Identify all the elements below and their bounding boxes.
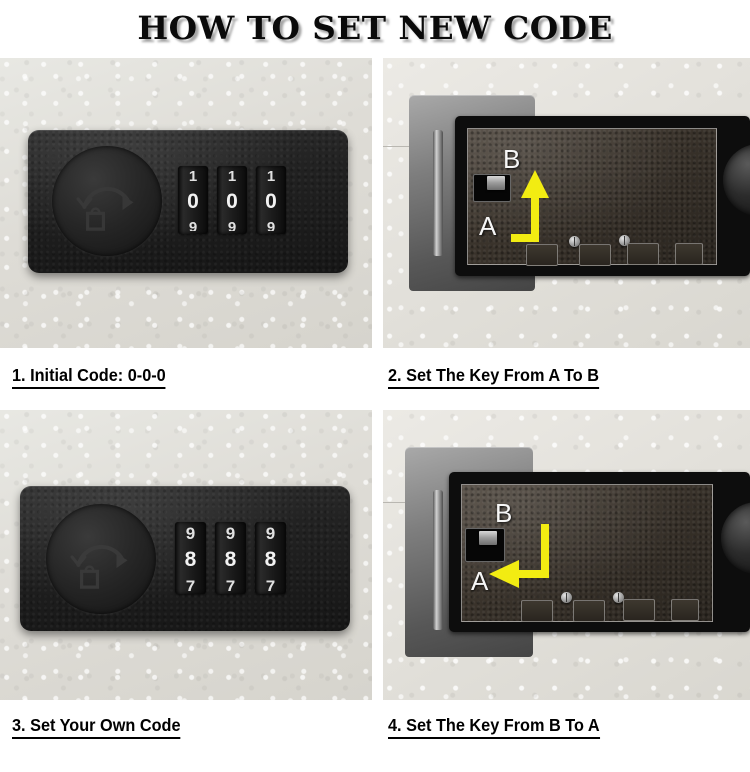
wheel-digit-bottom: 9 xyxy=(227,220,237,231)
wheel-digit-bottom: 7 xyxy=(185,578,196,591)
step-3-photo: 9 8 7 9 8 7 9 8 7 xyxy=(0,410,372,700)
step-2-photo: B A xyxy=(383,58,750,348)
label-a: A xyxy=(479,211,497,241)
latch-notch xyxy=(579,244,611,266)
combination-knob[interactable] xyxy=(42,500,160,618)
latch-notch xyxy=(623,599,655,621)
wheel-digit-top: 1 xyxy=(188,169,198,182)
step-4-photo: B A xyxy=(383,410,750,700)
code-wheels[interactable]: 1 0 9 1 0 9 1 0 9 xyxy=(178,166,286,234)
wheel-digit-top: 1 xyxy=(266,169,276,182)
caption-step-1: 1. Initial Code: 0-0-0 xyxy=(12,365,166,390)
lock-face-photo-1: 1 0 9 1 0 9 1 0 9 xyxy=(0,58,372,348)
combination-knob[interactable] xyxy=(48,142,166,260)
latch-notch xyxy=(675,243,703,265)
wheel-digit-selected: 8 xyxy=(224,547,237,571)
latch-notch xyxy=(526,244,558,266)
latch-notch xyxy=(627,243,659,265)
code-wheel[interactable]: 1 0 9 xyxy=(178,166,208,234)
latch-notch xyxy=(671,599,699,621)
wheel-digit-top: 1 xyxy=(227,169,237,182)
side-rail xyxy=(433,490,443,630)
code-wheel[interactable]: 1 0 9 xyxy=(256,166,286,234)
caption-step-2: 2. Set The Key From A To B xyxy=(388,365,600,390)
wheel-digit-bottom: 9 xyxy=(266,220,276,231)
wheel-digit-bottom: 9 xyxy=(188,220,198,231)
wheel-digit-top: 9 xyxy=(265,525,276,540)
rotate-padlock-emboss-icon xyxy=(70,545,128,590)
code-wheel[interactable]: 9 8 7 xyxy=(255,522,286,594)
lock-back-photo-4: B A xyxy=(383,410,750,700)
step-1-photo: 1 0 9 1 0 9 1 0 9 xyxy=(0,58,372,348)
wheel-digit-selected: 8 xyxy=(184,547,197,571)
code-wheels[interactable]: 9 8 7 9 8 7 9 8 7 xyxy=(175,522,286,594)
code-wheel[interactable]: 1 0 9 xyxy=(217,166,247,234)
caption-step-4: 4. Set The Key From B To A xyxy=(388,715,600,740)
wheel-digit-selected: 0 xyxy=(226,189,238,213)
lock-face-photo-3: 9 8 7 9 8 7 9 8 7 xyxy=(0,410,372,700)
wheel-digit-selected: 0 xyxy=(187,189,199,213)
rotate-padlock-emboss-icon xyxy=(76,187,134,232)
page-header: HOW TO SET NEW CODE xyxy=(0,0,750,56)
caption-step-3: 3. Set Your Own Code xyxy=(12,715,181,740)
lock-back-photo-2: B A xyxy=(383,58,750,348)
wheel-digit-top: 9 xyxy=(225,525,236,540)
latch-notch xyxy=(573,600,605,622)
wheel-digit-bottom: 7 xyxy=(265,578,276,591)
code-wheel[interactable]: 9 8 7 xyxy=(215,522,246,594)
wheel-digit-selected: 8 xyxy=(264,547,277,571)
wheel-digit-selected: 0 xyxy=(265,189,277,213)
wheel-digit-top: 9 xyxy=(185,525,196,540)
wheel-digit-bottom: 7 xyxy=(225,578,236,591)
side-rail xyxy=(433,130,443,256)
code-wheel[interactable]: 9 8 7 xyxy=(175,522,206,594)
arrow-b-to-a-icon xyxy=(489,524,549,588)
screw xyxy=(561,592,572,603)
latch-notch xyxy=(521,600,553,622)
page-title: HOW TO SET NEW CODE xyxy=(137,9,613,47)
arrow-a-to-b-icon xyxy=(511,170,549,242)
